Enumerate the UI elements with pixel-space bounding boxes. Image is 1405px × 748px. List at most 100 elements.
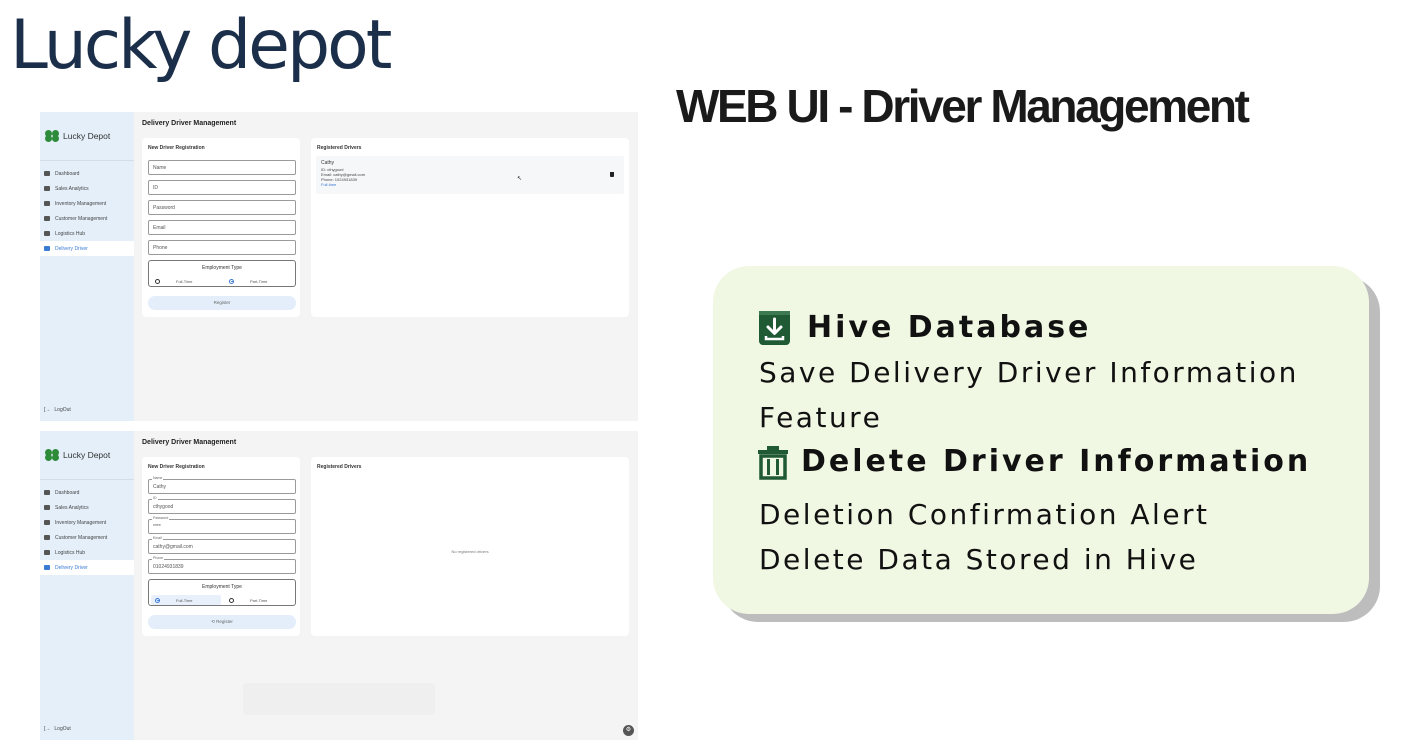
radio-selected-icon — [155, 597, 160, 603]
download-icon — [759, 311, 790, 345]
sidebar-item-label: Dashboard — [55, 170, 80, 177]
car-icon — [44, 246, 50, 251]
name-input[interactable]: Name Cathy — [148, 476, 296, 494]
sidebar-item-label: Inventory Management — [55, 200, 107, 207]
sidebar-item-dashboard[interactable]: Dashboard — [40, 485, 134, 500]
phone-input[interactable]: Phone — [148, 240, 296, 255]
sidebar-menu: Dashboard Sales Analytics Inventory Mana… — [40, 166, 134, 256]
sidebar-logo[interactable]: Lucky Depot — [45, 449, 110, 461]
sidebar-item-sales-analytics[interactable]: Sales Analytics — [40, 500, 134, 515]
sidebar-item-logistics[interactable]: Logistics Hub — [40, 226, 134, 241]
sidebar-item-label: Sales Analytics — [55, 185, 89, 192]
sidebar-item-label: Inventory Management — [55, 519, 107, 526]
employment-type-group: Employment Type Full-Time Part-Time — [148, 260, 296, 287]
people-icon — [44, 535, 50, 540]
logout-button[interactable]: [→ LogOut — [44, 726, 71, 732]
phone-input[interactable]: Phone 01024931839 — [148, 556, 296, 574]
email-input[interactable]: Email cathy@gmail.com — [148, 536, 296, 554]
sidebar-item-label: Logistics Hub — [55, 549, 86, 556]
truck-icon — [44, 550, 50, 555]
sidebar: Lucky Depot Dashboard Sales Analytics In… — [40, 112, 134, 421]
car-icon — [44, 565, 50, 570]
sidebar-item-label: Customer Management — [55, 534, 108, 541]
trending-icon — [44, 186, 50, 191]
feature-card: Hive Database Save Delivery Driver Infor… — [713, 266, 1369, 614]
sidebar-item-customers[interactable]: Customer Management — [40, 211, 134, 226]
clover-icon — [45, 449, 59, 461]
truck-icon — [44, 231, 50, 236]
phone-label: Phone — [152, 556, 165, 560]
sidebar-item-inventory[interactable]: Inventory Management — [40, 196, 134, 211]
list-item[interactable]: Cathy ID: cthygood Email: cathy@gmail.co… — [316, 156, 624, 194]
full-time-radio[interactable]: Full-Time — [151, 276, 221, 286]
part-time-label: Part-Time — [250, 597, 268, 603]
id-label: ID — [152, 496, 158, 500]
delete-icon[interactable] — [610, 172, 614, 177]
full-time-label: Full-Time — [176, 278, 193, 284]
save-description-line-1: Save Delivery Driver Information — [759, 356, 1299, 389]
save-description-line-2: Feature — [759, 401, 883, 434]
password-input[interactable]: Password — [148, 200, 296, 215]
id-input[interactable]: ID cthygood — [148, 496, 296, 514]
people-icon — [44, 216, 50, 221]
list-title: Registered Drivers — [317, 464, 362, 470]
full-time-radio[interactable]: Full-Time — [151, 595, 221, 605]
driver-name: Cathy — [321, 160, 335, 166]
sidebar: Lucky Depot Dashboard Sales Analytics In… — [40, 431, 134, 740]
registered-drivers-panel: Registered Drivers Cathy ID: cthygood Em… — [311, 138, 629, 317]
radio-icon — [155, 278, 160, 284]
brand-title: Lucky depot — [10, 6, 392, 85]
sidebar-item-dashboard[interactable]: Dashboard — [40, 166, 134, 181]
settings-icon[interactable]: ⚙ — [623, 725, 634, 736]
sidebar-item-inventory[interactable]: Inventory Management — [40, 515, 134, 530]
sidebar-item-delivery-driver[interactable]: Delivery Driver — [40, 241, 134, 256]
form-title: New Driver Registration — [148, 145, 205, 151]
logout-icon: [→ — [44, 726, 51, 732]
logo-text: Lucky Depot — [63, 131, 111, 141]
trending-icon — [44, 505, 50, 510]
radio-icon — [229, 597, 234, 603]
employment-type-label: Employment Type — [202, 265, 242, 271]
phone-value: 01024931839 — [153, 564, 184, 570]
register-button[interactable]: Register — [148, 296, 296, 310]
cursor-icon: ↖ — [517, 176, 523, 182]
radio-selected-icon — [229, 278, 234, 284]
delete-description-line-1: Deletion Confirmation Alert — [759, 498, 1210, 531]
part-time-radio[interactable]: Part-Time — [225, 595, 295, 605]
sidebar-logo[interactable]: Lucky Depot — [45, 130, 110, 142]
id-input[interactable]: ID — [148, 180, 296, 195]
name-value: Cathy — [153, 484, 167, 490]
password-label: Password — [152, 516, 170, 520]
password-input[interactable]: Password **** — [148, 516, 296, 534]
register-button[interactable]: ⟲ Register — [148, 615, 296, 629]
name-label: Name — [152, 476, 164, 480]
delete-driver-title: Delete Driver Information — [801, 444, 1312, 479]
sidebar-item-label: Sales Analytics — [55, 504, 89, 511]
clover-icon — [45, 130, 59, 142]
sidebar-item-logistics[interactable]: Logistics Hub — [40, 545, 134, 560]
delete-description-line-2: Delete Data Stored in Hive — [759, 543, 1199, 576]
sidebar-item-sales-analytics[interactable]: Sales Analytics — [40, 181, 134, 196]
id-value: cthygood — [153, 504, 174, 510]
name-input[interactable]: Name — [148, 160, 296, 175]
snackbar — [243, 683, 435, 715]
empty-message: No registered drivers — [451, 549, 489, 554]
sidebar-divider — [40, 479, 134, 480]
app-screenshot-form: Lucky Depot Dashboard Sales Analytics In… — [40, 431, 638, 740]
email-input[interactable]: Email — [148, 220, 296, 235]
part-time-label: Part-Time — [250, 278, 268, 284]
sidebar-item-customers[interactable]: Customer Management — [40, 530, 134, 545]
logout-button[interactable]: [→ LogOut — [44, 407, 71, 413]
sidebar-menu: Dashboard Sales Analytics Inventory Mana… — [40, 485, 134, 575]
sidebar-item-label: Logistics Hub — [55, 230, 86, 237]
sidebar-item-delivery-driver[interactable]: Delivery Driver — [40, 560, 134, 575]
part-time-radio[interactable]: Part-Time — [225, 276, 295, 286]
logout-label: LogOut — [54, 726, 71, 732]
password-value: **** — [153, 524, 161, 530]
sidebar-item-label: Dashboard — [55, 489, 80, 496]
sidebar-item-label: Delivery Driver — [55, 564, 88, 571]
inventory-icon — [44, 520, 50, 525]
trash-icon — [757, 445, 789, 481]
slide-heading: WEB UI - Driver Management — [676, 80, 1250, 132]
employment-type-group: Employment Type Full-Time Part-Time — [148, 579, 296, 606]
